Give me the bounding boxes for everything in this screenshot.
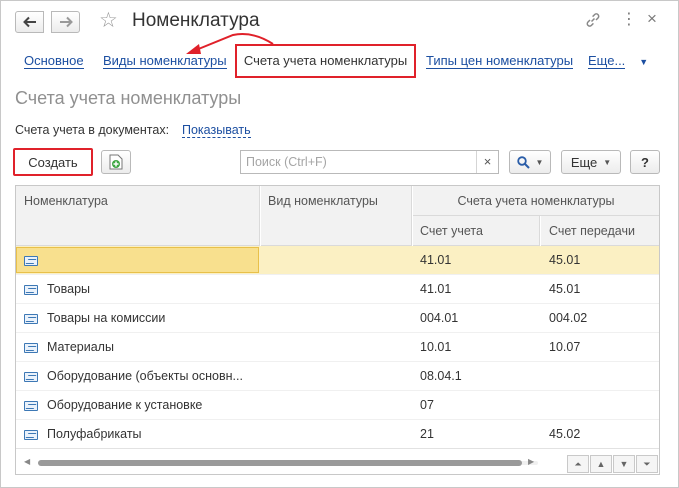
help-button[interactable]: ? <box>630 150 660 174</box>
cell-account: 10.01 <box>420 340 452 354</box>
page-title: Счета учета номенклатуры <box>15 88 242 108</box>
search-input[interactable] <box>241 151 477 173</box>
nomenclature-icon <box>24 256 38 266</box>
table-row[interactable]: Полуфабрикаты 21 45.02 <box>16 420 659 449</box>
page-down-icon[interactable]: ▼ <box>613 455 635 473</box>
cell-account: 41.01 <box>420 282 452 296</box>
star-icon[interactable]: ☆ <box>99 10 118 32</box>
copy-add-icon <box>109 154 123 170</box>
scroll-thumb[interactable] <box>38 460 522 466</box>
page-up-icon[interactable]: ▲ <box>590 455 612 473</box>
table-row[interactable]: Материалы 10.01 10.07 <box>16 333 659 362</box>
create-button[interactable]: Создать <box>13 148 93 176</box>
table-row[interactable]: 41.01 45.01 <box>16 246 659 275</box>
cell-account: 08.04.1 <box>420 369 462 383</box>
nomenclature-icon <box>24 372 38 382</box>
tab-more[interactable]: Еще... ▼ <box>588 53 649 69</box>
horizontal-scrollbar[interactable]: ◀ ▶ ⏶ ▲ ▼ ⏷ <box>16 448 659 474</box>
tab-price-types[interactable]: Типы цен номенклатуры <box>426 53 574 69</box>
chevron-down-icon: ▼ <box>535 157 544 167</box>
cell-transfer: 10.07 <box>549 340 581 354</box>
nomenclature-icon <box>24 430 38 440</box>
cell-name <box>47 246 257 275</box>
chevron-down-icon: ▼ <box>639 57 649 67</box>
cell-name: Товары <box>47 282 90 296</box>
cell-account: 21 <box>420 427 434 441</box>
cell-transfer: 45.02 <box>549 427 581 441</box>
table-row[interactable]: Оборудование к установке 07 <box>16 391 659 420</box>
nomenclature-icon <box>24 343 38 353</box>
scroll-to-top-icon[interactable]: ⏶ <box>567 455 589 473</box>
nomenclature-icon <box>24 314 38 324</box>
search-icon <box>516 155 530 169</box>
col-header-account[interactable]: Счет учета <box>413 216 540 246</box>
cell-name: Полуфабрикаты <box>47 427 142 441</box>
chevron-down-icon: ▼ <box>603 157 612 167</box>
col-header-transfer[interactable]: Счет передачи <box>541 216 659 246</box>
more-button-label: Еще <box>570 154 598 170</box>
table-row[interactable]: Товары на комиссии 004.01 004.02 <box>16 304 659 333</box>
cell-account: 07 <box>420 398 434 412</box>
copy-add-button[interactable] <box>101 150 131 174</box>
accounts-table: Номенклатура Вид номенклатуры Счета учет… <box>15 185 660 475</box>
more-button[interactable]: Еще ▼ <box>561 150 621 174</box>
scroll-right-icon[interactable]: ▶ <box>528 457 534 466</box>
link-icon[interactable] <box>585 12 601 33</box>
back-button[interactable] <box>15 11 44 33</box>
nomenclature-icon <box>24 285 38 295</box>
cell-name: Оборудование к установке <box>47 398 203 412</box>
cell-transfer: 45.01 <box>549 253 581 267</box>
tab-nomenclature-accounts[interactable]: Счета учета номенклатуры <box>235 44 416 78</box>
scroll-left-icon[interactable]: ◀ <box>24 457 30 466</box>
col-header-kind[interactable]: Вид номенклатуры <box>261 186 412 246</box>
cell-transfer: 45.01 <box>549 282 581 296</box>
arrow-right-icon <box>59 16 73 28</box>
cell-account: 41.01 <box>420 253 452 267</box>
search-button[interactable]: ▼ <box>509 150 551 174</box>
col-header-group: Счета учета номенклатуры <box>413 186 659 216</box>
search-box: × <box>240 150 499 174</box>
nomenclature-icon <box>24 401 38 411</box>
tab-more-label: Еще... <box>588 53 626 69</box>
window-title: Номенклатура <box>132 10 260 31</box>
cell-name: Оборудование (объекты основн... <box>47 369 243 383</box>
cell-name: Товары на комиссии <box>47 311 166 325</box>
show-accounts-link[interactable]: Показывать <box>182 123 251 138</box>
tab-nomenclature-kinds[interactable]: Виды номенклатуры <box>103 53 227 69</box>
close-icon[interactable]: × <box>647 10 657 28</box>
docs-accounts-label: Счета учета в документах: <box>15 123 170 137</box>
forward-button[interactable] <box>51 11 80 33</box>
cell-transfer: 004.02 <box>549 311 588 325</box>
table-row[interactable]: Оборудование (объекты основн... 08.04.1 <box>16 362 659 391</box>
nomenclature-window: ☆ Номенклатура ⋮ × Основное Виды номенкл… <box>0 0 679 488</box>
col-header-nomenclature[interactable]: Номенклатура <box>16 186 260 246</box>
search-clear-button[interactable]: × <box>476 151 498 173</box>
scroll-to-bottom-icon[interactable]: ⏷ <box>636 455 658 473</box>
table-row[interactable]: Товары 41.01 45.01 <box>16 275 659 304</box>
cell-account: 004.01 <box>420 311 459 325</box>
cell-name: Материалы <box>47 340 114 354</box>
arrow-left-icon <box>22 16 36 28</box>
tab-basic[interactable]: Основное <box>24 53 84 69</box>
more-vertical-icon[interactable]: ⋮ <box>621 11 637 29</box>
